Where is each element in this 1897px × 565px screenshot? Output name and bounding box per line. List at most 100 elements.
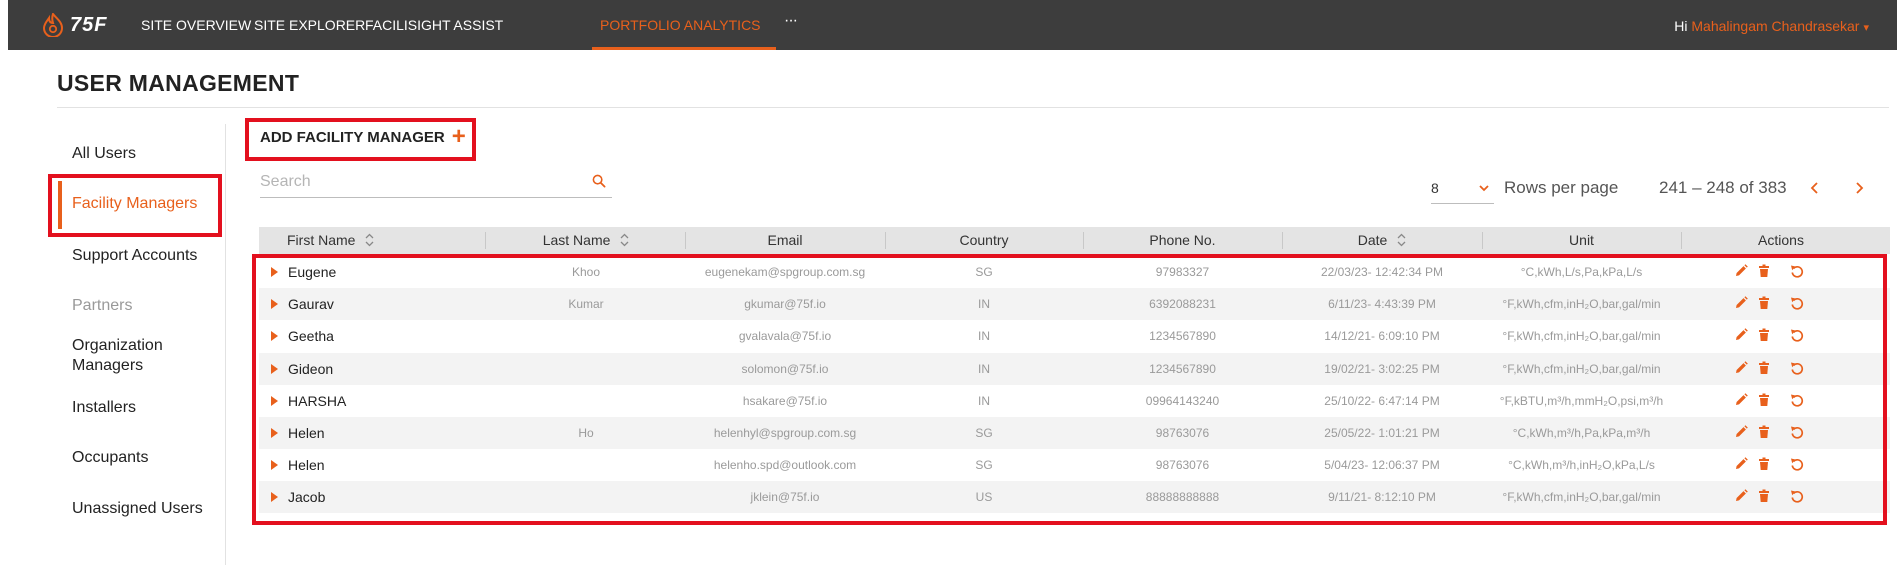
expand-row-icon[interactable] bbox=[271, 267, 278, 277]
cell-last: Kumar bbox=[568, 297, 604, 312]
column-first-name-label: First Name bbox=[287, 232, 356, 248]
edit-pencil-icon[interactable] bbox=[1734, 360, 1748, 375]
cell-email: helenho.spd@outlook.com bbox=[713, 458, 857, 473]
brand-logo[interactable]: 75F bbox=[42, 10, 107, 40]
sidebar-item-installers[interactable]: Installers bbox=[72, 398, 136, 418]
column-phone[interactable]: Phone No. bbox=[1083, 227, 1282, 254]
reset-undo-icon[interactable] bbox=[1790, 457, 1804, 471]
reset-undo-icon[interactable] bbox=[1790, 489, 1804, 504]
edit-pencil-icon[interactable] bbox=[1734, 392, 1748, 407]
active-nav-indicator bbox=[592, 47, 776, 50]
delete-trash-icon[interactable] bbox=[1757, 296, 1771, 310]
sidebar-section-partners: Partners bbox=[72, 297, 133, 314]
nav-site-explorer[interactable]: SITE EXPLORER bbox=[254, 0, 365, 50]
cell-unit: °C,kWh,m³/h,inH₂O,kPa,L/s bbox=[1508, 458, 1655, 473]
nav-site-overview[interactable]: SITE OVERVIEW bbox=[141, 0, 251, 50]
table-row[interactable]: Helen Ho helenhyl@spgroup.com.sg SG 98763076… bbox=[259, 417, 1890, 449]
reset-undo-icon[interactable] bbox=[1790, 425, 1804, 439]
rows-per-page-value: 8 bbox=[1431, 180, 1439, 196]
add-facility-manager-label: ADD FACILITY MANAGER bbox=[260, 128, 445, 146]
nav-facilisight-assist[interactable]: FACILISIGHT ASSIST bbox=[365, 0, 503, 50]
search-input[interactable] bbox=[260, 168, 580, 196]
sidebar-item-facility-managers[interactable]: Facility Managers bbox=[72, 194, 197, 214]
delete-trash-icon[interactable] bbox=[1757, 264, 1771, 278]
sidebar-divider bbox=[225, 124, 226, 565]
delete-trash-icon[interactable] bbox=[1757, 457, 1771, 471]
table-row[interactable]: Gaurav Kumar gkumar@75f.io IN 6392088231 6/11… bbox=[259, 288, 1890, 321]
cell-date: 22/03/23- 12:42:34 PM bbox=[1320, 265, 1444, 279]
sidebar-item-support-accounts[interactable]: Support Accounts bbox=[72, 246, 197, 266]
sidebar-item-all-users[interactable]: All Users bbox=[72, 144, 136, 164]
column-country[interactable]: Country bbox=[885, 227, 1083, 254]
table-row[interactable]: Helen helenho.spd@outlook.com SG 98763076 5/… bbox=[259, 449, 1890, 481]
table-row[interactable]: Jacob jklein@75f.io US 88888888888 9/11/21- … bbox=[259, 481, 1890, 514]
delete-trash-icon[interactable] bbox=[1757, 393, 1771, 407]
column-unit[interactable]: Unit bbox=[1482, 227, 1681, 254]
search-icon[interactable] bbox=[592, 174, 606, 188]
reset-undo-icon[interactable] bbox=[1790, 328, 1804, 343]
page-title: USER MANAGEMENT bbox=[57, 70, 300, 96]
expand-row-icon[interactable] bbox=[271, 395, 278, 406]
sidebar-item-organization-managers[interactable]: Organization Managers bbox=[72, 336, 212, 376]
rows-per-page-select[interactable]: 8 bbox=[1431, 177, 1494, 204]
reset-undo-icon[interactable] bbox=[1790, 393, 1804, 407]
table-row[interactable]: Eugene Khoo eugenekam@spgroup.com.sg SG 9798… bbox=[259, 256, 1890, 288]
search-box bbox=[260, 168, 612, 198]
rows-per-page-label: Rows per page bbox=[1504, 178, 1619, 197]
cell-phone: 6392088231 bbox=[1149, 297, 1216, 312]
table-row[interactable]: HARSHA hsakare@75f.io IN 09964143240 25/10/2… bbox=[259, 385, 1890, 417]
expand-row-icon[interactable] bbox=[271, 331, 278, 342]
column-date[interactable]: Date bbox=[1282, 227, 1482, 254]
table-row[interactable]: Geetha gvalavala@75f.io IN 1234567890 14/12/… bbox=[259, 320, 1890, 352]
edit-pencil-icon[interactable] bbox=[1734, 425, 1748, 439]
cell-unit: °F,kWh,cfm,inH₂O,bar,gal/min bbox=[1502, 297, 1661, 312]
cell-unit: °F,kWh,cfm,inH₂O,bar,gal/min bbox=[1502, 490, 1661, 505]
delete-trash-icon[interactable] bbox=[1757, 489, 1771, 503]
nav-more-button[interactable]: ··· bbox=[784, 12, 798, 30]
delete-trash-icon[interactable] bbox=[1757, 328, 1771, 342]
expand-row-icon[interactable] bbox=[271, 428, 278, 438]
cell-unit: °F,kBTU,m³/h,mmH₂O,psi,m³/h bbox=[1499, 393, 1664, 408]
add-facility-manager-button[interactable]: ADD FACILITY MANAGER + bbox=[260, 125, 466, 149]
delete-trash-icon[interactable] bbox=[1757, 425, 1771, 439]
column-last-name[interactable]: Last Name bbox=[487, 227, 685, 254]
next-page-icon[interactable] bbox=[1854, 181, 1864, 195]
cell-phone: 97983327 bbox=[1155, 265, 1210, 279]
previous-page-icon[interactable] bbox=[1810, 181, 1820, 195]
edit-pencil-icon[interactable] bbox=[1734, 296, 1748, 310]
sort-icon[interactable] bbox=[1397, 233, 1406, 247]
edit-pencil-icon[interactable] bbox=[1734, 489, 1748, 503]
cell-last: Ho bbox=[578, 426, 594, 440]
expand-row-icon[interactable] bbox=[271, 460, 278, 471]
cell-unit: °F,kWh,cfm,inH₂O,bar,gal/min bbox=[1502, 329, 1661, 344]
table-row[interactable]: Gideon solomon@75f.io IN 1234567890 19/02/21… bbox=[259, 352, 1890, 385]
edit-pencil-icon[interactable] bbox=[1734, 328, 1748, 342]
cell-country: SG bbox=[975, 458, 993, 473]
column-first-name[interactable]: First Name bbox=[287, 227, 457, 254]
cell-phone: 98763076 bbox=[1155, 458, 1210, 473]
edit-pencil-icon[interactable] bbox=[1734, 264, 1748, 278]
cell-first-name: Jacob bbox=[288, 489, 326, 506]
sidebar-item-occupants[interactable]: Occupants bbox=[72, 448, 148, 468]
cell-phone: 1234567890 bbox=[1149, 329, 1216, 344]
expand-row-icon[interactable] bbox=[271, 363, 278, 374]
edit-pencil-icon[interactable] bbox=[1734, 457, 1748, 471]
reset-undo-icon[interactable] bbox=[1790, 296, 1804, 310]
column-date-label: Date bbox=[1357, 232, 1388, 248]
greeting-prefix: Hi bbox=[1674, 18, 1688, 34]
sort-icon[interactable] bbox=[620, 233, 629, 247]
top-nav-bar: 75F SITE OVERVIEW SITE EXPLORER FACILISI… bbox=[8, 0, 1897, 50]
reset-undo-icon[interactable] bbox=[1790, 361, 1804, 375]
sidebar-item-unassigned-users[interactable]: Unassigned Users bbox=[72, 499, 203, 519]
reset-undo-icon[interactable] bbox=[1790, 264, 1804, 278]
cell-email: gkumar@75f.io bbox=[744, 297, 826, 312]
cell-first-name: Helen bbox=[288, 425, 325, 441]
expand-row-icon[interactable] bbox=[271, 299, 278, 310]
expand-row-icon[interactable] bbox=[271, 492, 278, 503]
sort-icon[interactable] bbox=[365, 233, 374, 247]
user-greeting[interactable]: Hi Mahalingam Chandrasekar ▾ bbox=[1674, 0, 1869, 50]
cell-unit: °C,kWh,L/s,Pa,kPa,L/s bbox=[1520, 265, 1643, 279]
nav-portfolio-analytics[interactable]: PORTFOLIO ANALYTICS bbox=[600, 0, 761, 50]
column-email[interactable]: Email bbox=[685, 227, 885, 254]
delete-trash-icon[interactable] bbox=[1757, 361, 1771, 375]
